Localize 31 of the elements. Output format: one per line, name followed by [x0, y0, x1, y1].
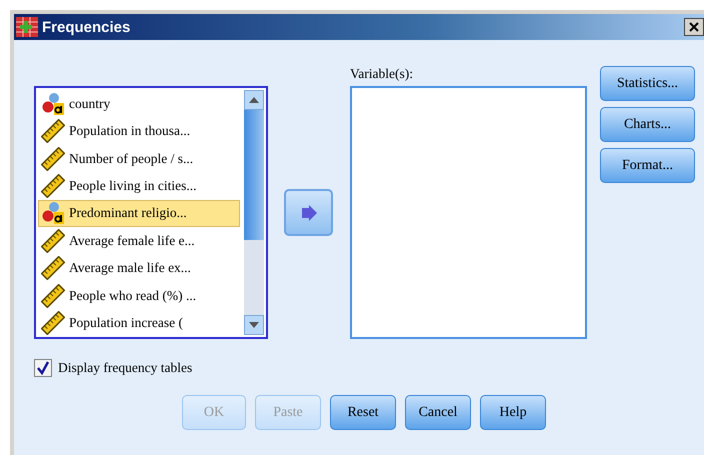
- checkmark-icon: [36, 361, 50, 375]
- dialog-button[interactable]: Format...: [600, 148, 695, 183]
- dialog-button[interactable]: Statistics...: [600, 66, 695, 101]
- variable-list-item[interactable]: Average female life e...: [38, 227, 240, 255]
- nominal-variable-icon: [41, 201, 65, 226]
- variable-list-item[interactable]: Number of people / s...: [38, 144, 240, 172]
- scrollbar[interactable]: [244, 90, 264, 335]
- dialog-button[interactable]: Help: [480, 395, 546, 430]
- window-title: Frequencies: [42, 18, 132, 36]
- checkbox[interactable]: [34, 359, 52, 377]
- variable-list-item[interactable]: People who read (%) ...: [38, 282, 240, 310]
- move-right-button[interactable]: [284, 189, 333, 236]
- variable-list-item[interactable]: People living in cities...: [38, 172, 240, 200]
- variable-list-item[interactable]: Population increase (: [38, 310, 240, 337]
- variable-list-item[interactable]: Population in thousa...: [38, 117, 240, 145]
- variables-list[interactable]: [350, 86, 587, 339]
- nominal-variable-icon: [41, 92, 65, 116]
- checkbox-label: Display frequency tables: [58, 360, 192, 376]
- down-arrow-icon: [249, 322, 259, 328]
- dialog-button[interactable]: Charts...: [600, 107, 695, 142]
- variable-list-item[interactable]: Predominant religio...: [38, 200, 240, 228]
- app-icon: [16, 17, 38, 37]
- variables-label: Variable(s):: [350, 66, 414, 83]
- dialog-button[interactable]: Cancel: [405, 395, 471, 430]
- variable-list-item[interactable]: country: [38, 90, 240, 118]
- close-button[interactable]: [684, 18, 704, 36]
- dialog-button[interactable]: Reset: [330, 395, 396, 430]
- up-arrow-icon: [249, 97, 259, 103]
- right-arrow-icon: [300, 204, 318, 220]
- variable-list-item[interactable]: Average male life ex...: [38, 254, 240, 282]
- close-icon: [689, 22, 699, 32]
